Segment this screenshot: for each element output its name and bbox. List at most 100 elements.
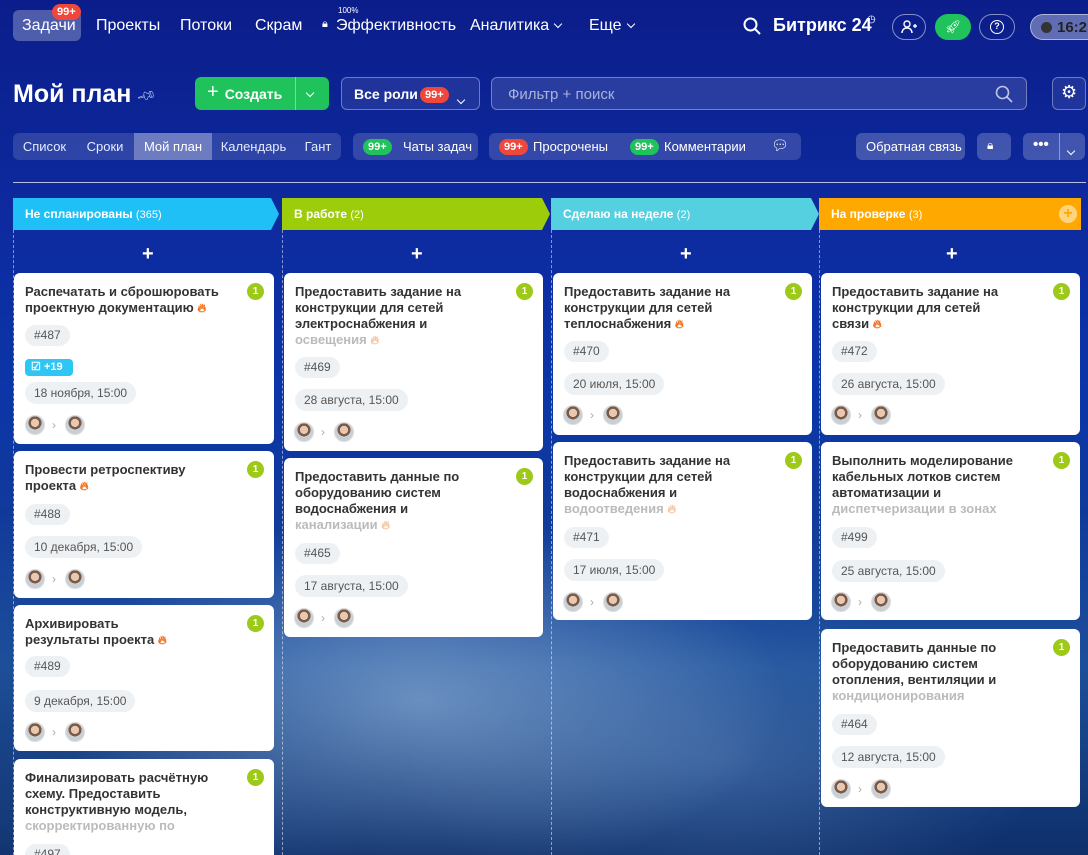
task-tag[interactable]: #470 [564, 341, 609, 362]
deadline-badge[interactable]: 12 августа, 15:00 [832, 746, 945, 768]
column-header-unplanned[interactable]: Не спланированы (365) [13, 198, 279, 230]
avatar[interactable] [334, 422, 354, 442]
task-tag[interactable]: #471 [564, 527, 609, 548]
avatar[interactable] [603, 592, 623, 612]
more-menu-button[interactable]: ••• [1023, 133, 1085, 160]
add-task-icon[interactable]: + [680, 243, 692, 266]
deadline-badge[interactable]: 10 декабря, 15:00 [25, 536, 143, 558]
deadline-badge[interactable]: 9 декабря, 15:00 [25, 690, 136, 712]
pin-icon[interactable]: 📌︎ [135, 85, 158, 107]
rocket-button[interactable]: 🚀︎ [935, 14, 971, 40]
task-card[interactable]: Предоставить данные по оборудованию сист… [821, 629, 1080, 807]
task-card[interactable]: Предоставить задание на конструкции для … [821, 273, 1080, 435]
deadline-badge[interactable]: 17 июля, 15:00 [564, 559, 665, 581]
deadline-badge[interactable]: 26 августа, 15:00 [832, 373, 945, 395]
task-card[interactable]: Выполнить моделирование кабельных лотков… [821, 442, 1080, 620]
search-input[interactable]: Фильтр + поиск [491, 77, 1027, 110]
task-card[interactable]: Распечатать и сброшюровать проектную док… [14, 273, 274, 444]
time-tracker[interactable]: 16:2 [1030, 14, 1088, 40]
add-column-icon[interactable]: + [1059, 205, 1077, 223]
deadline-badge[interactable]: 17 августа, 15:00 [295, 575, 408, 597]
create-button[interactable]: + Создать [195, 77, 329, 110]
task-tag[interactable]: #499 [832, 527, 877, 548]
avatar[interactable] [65, 722, 85, 742]
avatar[interactable] [294, 422, 314, 442]
avatar[interactable] [563, 592, 583, 612]
task-title[interactable]: Архивировать результаты проекта 🔥︎ [25, 616, 195, 648]
search-icon[interactable] [743, 17, 761, 35]
task-tag[interactable]: #497 [25, 844, 70, 855]
avatar[interactable] [871, 405, 891, 425]
task-tag[interactable]: #488 [25, 504, 70, 525]
task-chats-counter[interactable]: 99+ Чаты задач [353, 133, 478, 160]
nav-more[interactable]: Еще [589, 17, 635, 35]
avatar[interactable] [25, 569, 45, 589]
roles-dropdown[interactable]: Все роли 99+ [341, 77, 480, 110]
add-task-icon[interactable]: + [946, 243, 958, 266]
column-header-this-week[interactable]: Сделаю на неделе (2) [551, 198, 819, 230]
task-card[interactable]: Предоставить данные по оборудованию сист… [284, 458, 543, 637]
task-card[interactable]: Провести ретроспективу проекта 🔥︎ 1 #488… [14, 451, 274, 598]
task-tag[interactable]: #464 [832, 714, 877, 735]
task-title[interactable]: Предоставить задание на конструкции для … [295, 284, 475, 348]
avatar[interactable] [831, 592, 851, 612]
column-header-in-progress[interactable]: В работе (2) [282, 198, 550, 230]
avatar[interactable] [603, 405, 623, 425]
task-card[interactable]: Предоставить задание на конструкции для … [284, 273, 543, 451]
nav-analytics[interactable]: Аналитика [470, 17, 563, 35]
task-tag[interactable]: #489 [25, 656, 70, 677]
task-card[interactable]: Финализировать расчётную схему. Предоста… [14, 759, 274, 855]
deadline-badge[interactable]: 28 августа, 15:00 [295, 389, 408, 411]
chevron-down-icon[interactable] [305, 88, 315, 98]
lock-button[interactable]: 🔒︎ [977, 133, 1011, 160]
avatar[interactable] [831, 405, 851, 425]
view-my-plan[interactable]: Мой план [134, 133, 212, 160]
task-title[interactable]: Финализировать расчётную схему. Предоста… [25, 770, 235, 834]
avatar[interactable] [294, 608, 314, 628]
nav-flows[interactable]: Потоки [180, 17, 232, 35]
avatar[interactable] [65, 415, 85, 435]
avatar[interactable] [871, 592, 891, 612]
task-title[interactable]: Предоставить задание на конструкции для … [564, 453, 744, 517]
deadline-badge[interactable]: 25 августа, 15:00 [832, 560, 945, 582]
avatar[interactable] [563, 405, 583, 425]
column-header-review[interactable]: На проверке (3) [819, 198, 1081, 230]
task-title[interactable]: Распечатать и сброшюровать проектную док… [25, 284, 235, 316]
add-user-button[interactable] [892, 14, 926, 40]
view-calendar[interactable]: Календарь [212, 133, 295, 160]
overdue-counter[interactable]: Просрочены [533, 139, 608, 154]
add-task-icon[interactable]: + [142, 243, 154, 266]
read-all-icon[interactable]: 💬︎ [771, 137, 789, 154]
avatar[interactable] [25, 722, 45, 742]
nav-efficiency[interactable]: Эффективность [336, 17, 456, 35]
nav-scrum[interactable]: Скрам [255, 17, 302, 35]
task-title[interactable]: Предоставить данные по оборудованию сист… [295, 469, 475, 533]
avatar[interactable] [871, 779, 891, 799]
search-icon[interactable] [995, 85, 1013, 103]
help-button[interactable]: ? [979, 14, 1015, 40]
avatar[interactable] [831, 779, 851, 799]
task-title[interactable]: Предоставить данные по оборудованию сист… [832, 640, 1012, 704]
view-gantt[interactable]: Гант [295, 133, 341, 160]
view-deadlines[interactable]: Сроки [76, 133, 134, 160]
task-card[interactable]: Предоставить задание на конструкции для … [553, 273, 812, 435]
task-tag[interactable]: #472 [832, 341, 877, 362]
avatar[interactable] [65, 569, 85, 589]
settings-button[interactable]: ⚙︎ [1052, 77, 1086, 110]
task-tag[interactable]: #465 [295, 543, 340, 564]
nav-projects[interactable]: Проекты [96, 17, 160, 35]
deadline-badge[interactable]: 18 ноября, 15:00 [25, 382, 137, 404]
avatar[interactable] [334, 608, 354, 628]
add-task-icon[interactable]: + [411, 243, 423, 266]
task-card[interactable]: Предоставить задание на конструкции для … [553, 442, 812, 620]
feedback-button[interactable]: Обратная связь [856, 133, 965, 160]
avatar[interactable] [25, 415, 45, 435]
task-title[interactable]: Выполнить моделирование кабельных лотков… [832, 453, 1022, 517]
task-title[interactable]: Предоставить задание на конструкции для … [564, 284, 744, 332]
task-card[interactable]: Архивировать результаты проекта 🔥︎ 1 #48… [14, 605, 274, 751]
task-title[interactable]: Предоставить задание на конструкции для … [832, 284, 1012, 332]
checklist-badge[interactable]: ☑︎ +19 [25, 359, 73, 376]
view-list[interactable]: Список [13, 133, 76, 160]
task-title[interactable]: Провести ретроспективу проекта 🔥︎ [25, 462, 195, 494]
task-tag[interactable]: #487 [25, 325, 70, 346]
